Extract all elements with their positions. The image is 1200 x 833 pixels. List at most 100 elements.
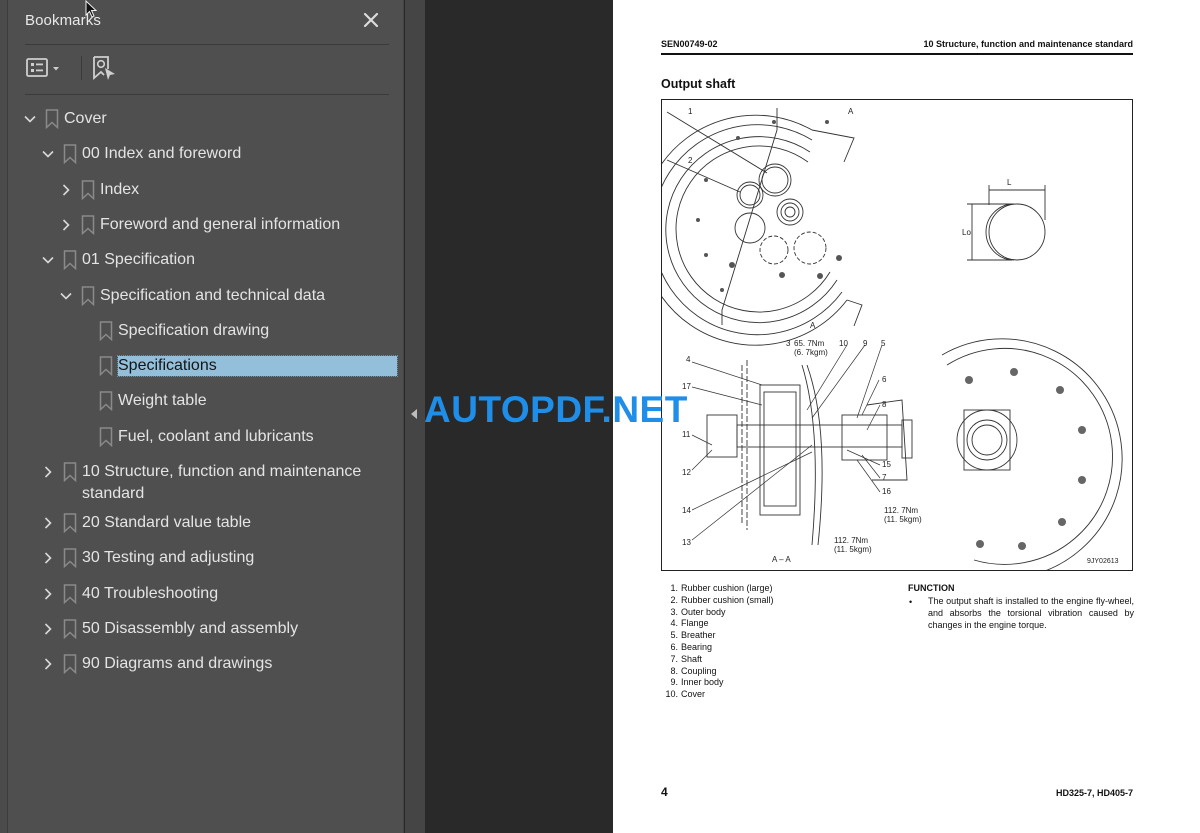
callout-16: 16: [882, 487, 891, 496]
header-divider: [25, 44, 389, 45]
callout-4: 4: [686, 355, 691, 364]
bookmark-item[interactable]: 90 Diagrams and drawings: [8, 649, 404, 679]
pdf-viewer: Bookmarks Cover 00 Index and foreword In…: [0, 0, 1200, 833]
callout-15: 15: [882, 460, 891, 469]
chevron-down-icon[interactable]: [40, 146, 56, 162]
bookmark-label[interactable]: 10 Structure, function and maintenance s…: [82, 461, 372, 505]
bookmark-label[interactable]: 90 Diagrams and drawings: [82, 654, 272, 674]
bookmark-item[interactable]: Index: [8, 175, 404, 205]
torque-2a: 112. 7Nm: [884, 506, 918, 515]
part-number: 2.: [670, 594, 678, 605]
chevron-right-icon[interactable]: [40, 586, 56, 602]
chevron-right-icon[interactable]: [40, 656, 56, 672]
bookmark-label[interactable]: 00 Index and foreword: [82, 144, 241, 164]
part-item: 5. Breather: [665, 630, 774, 642]
bookmark-label[interactable]: 20 Standard value table: [82, 513, 251, 533]
bookmark-item[interactable]: 00 Index and foreword: [8, 139, 404, 169]
bookmark-item[interactable]: Cover: [8, 104, 404, 134]
close-bookmarks-button[interactable]: [361, 10, 381, 30]
front-view-drawing: [640, 108, 863, 346]
chevron-right-icon[interactable]: [40, 621, 56, 637]
bookmark-label[interactable]: Specification drawing: [118, 321, 269, 341]
list-options-icon: [26, 58, 59, 77]
bookmark-item[interactable]: 10 Structure, function and maintenance s…: [8, 457, 404, 507]
bookmark-item[interactable]: 01 Specification: [8, 245, 404, 275]
page-number: 4: [661, 785, 668, 799]
bookmark-label[interactable]: Cover: [64, 109, 107, 129]
callout-7: 7: [882, 473, 887, 482]
bookmark-item[interactable]: Specification drawing: [8, 316, 404, 346]
chevron-down-icon[interactable]: [40, 252, 56, 268]
chevron-down-icon[interactable]: [22, 111, 38, 127]
bookmark-item[interactable]: 40 Troubleshooting: [8, 579, 404, 609]
bookmark-label[interactable]: Weight table: [118, 391, 207, 411]
bookmark-label[interactable]: 01 Specification: [82, 250, 195, 270]
callout-1: 1: [688, 107, 693, 116]
callout-13: 13: [682, 538, 691, 547]
callout-10: 10: [839, 339, 848, 348]
find-current-bookmark-button[interactable]: [91, 55, 117, 81]
bookmark-item[interactable]: Specification and technical data: [8, 281, 404, 311]
part-name: Bearing: [681, 641, 713, 652]
bookmark-label[interactable]: Foreword and general information: [100, 215, 340, 235]
bookmark-icon: [63, 654, 77, 675]
bookmark-item[interactable]: 50 Disassembly and assembly: [8, 614, 404, 644]
part-name: Inner body: [681, 677, 724, 688]
chevron-down-icon[interactable]: [58, 288, 74, 304]
part-name: Rubber cushion (large): [681, 583, 773, 593]
collapse-panel-arrow-icon[interactable]: [411, 409, 417, 419]
chevron-right-icon[interactable]: [40, 464, 56, 480]
chevron-right-icon[interactable]: [40, 550, 56, 566]
part-item: 4. Flange: [665, 618, 774, 630]
bookmark-item[interactable]: 20 Standard value table: [8, 508, 404, 538]
bookmark-label[interactable]: Fuel, coolant and lubricants: [118, 427, 314, 447]
torque-2b: 112. 7Nm: [834, 536, 868, 545]
bookmark-item[interactable]: Weight table: [8, 386, 404, 416]
parts-list: 1. Rubber cushion (large) 2. Rubber cushion…: [665, 583, 774, 701]
bookmark-item[interactable]: Fuel, coolant and lubricants: [8, 422, 404, 452]
bookmark-icon: [81, 179, 95, 200]
bookmark-icon: [99, 356, 113, 377]
part-name: Shaft: [681, 653, 703, 664]
section-view-drawing: [706, 360, 913, 546]
chevron-right-icon[interactable]: [40, 515, 56, 531]
chevron-right-icon[interactable]: [58, 217, 74, 233]
part-item: 8. Coupling: [665, 666, 774, 678]
bookmark-icon: [63, 144, 77, 165]
part-number: 9.: [670, 677, 678, 688]
chevron-right-icon[interactable]: [58, 182, 74, 198]
bookmark-label[interactable]: Specifications: [117, 355, 398, 378]
bookmark-icon: [63, 619, 77, 640]
callout-6: 6: [882, 375, 887, 384]
bookmark-item[interactable]: Foreword and general information: [8, 210, 404, 240]
bookmark-label[interactable]: Specification and technical data: [100, 286, 325, 306]
bookmark-options-button[interactable]: [25, 55, 65, 81]
page-title: Output shaft: [661, 77, 736, 91]
callout-2: 2: [688, 156, 693, 165]
part-number: 3.: [670, 606, 678, 617]
bookmark-icon: [63, 548, 77, 569]
part-name: Cover: [681, 689, 706, 700]
torque-2a-alt: (11. 5kgm): [884, 515, 922, 524]
navigation-pane-strip: [0, 0, 8, 833]
bookmark-item[interactable]: 30 Testing and adjusting: [8, 543, 404, 573]
figure-id: 9JY02613: [1087, 558, 1119, 565]
part-number: 7.: [670, 653, 678, 664]
bookmark-label[interactable]: 50 Disassembly and assembly: [82, 619, 298, 639]
bookmark-icon: [63, 513, 77, 534]
bookmark-label[interactable]: Index: [100, 180, 139, 200]
bookmark-icon: [99, 391, 113, 412]
part-name: Outer body: [681, 606, 726, 617]
bookmark-label[interactable]: 40 Troubleshooting: [82, 584, 218, 604]
part-item: 3. Outer body: [665, 607, 774, 619]
callout-3: 3: [786, 339, 791, 348]
part-number: 10.: [665, 689, 678, 700]
close-icon: [363, 12, 379, 28]
part-item: 2. Rubber cushion (small): [665, 594, 773, 607]
bookmark-label[interactable]: 30 Testing and adjusting: [82, 548, 254, 568]
bookmark-item-selected[interactable]: Specifications: [8, 351, 404, 381]
torque-1-alt: (6. 7kgm): [794, 348, 828, 357]
output-shaft-figure: 1 2 A A L Lo 3 65. 7Nm (6. 7kgm) 10 9 5 …: [640, 99, 1133, 580]
part-item: 9. Inner body: [665, 677, 774, 689]
torque-1: 65. 7Nm: [794, 339, 825, 348]
